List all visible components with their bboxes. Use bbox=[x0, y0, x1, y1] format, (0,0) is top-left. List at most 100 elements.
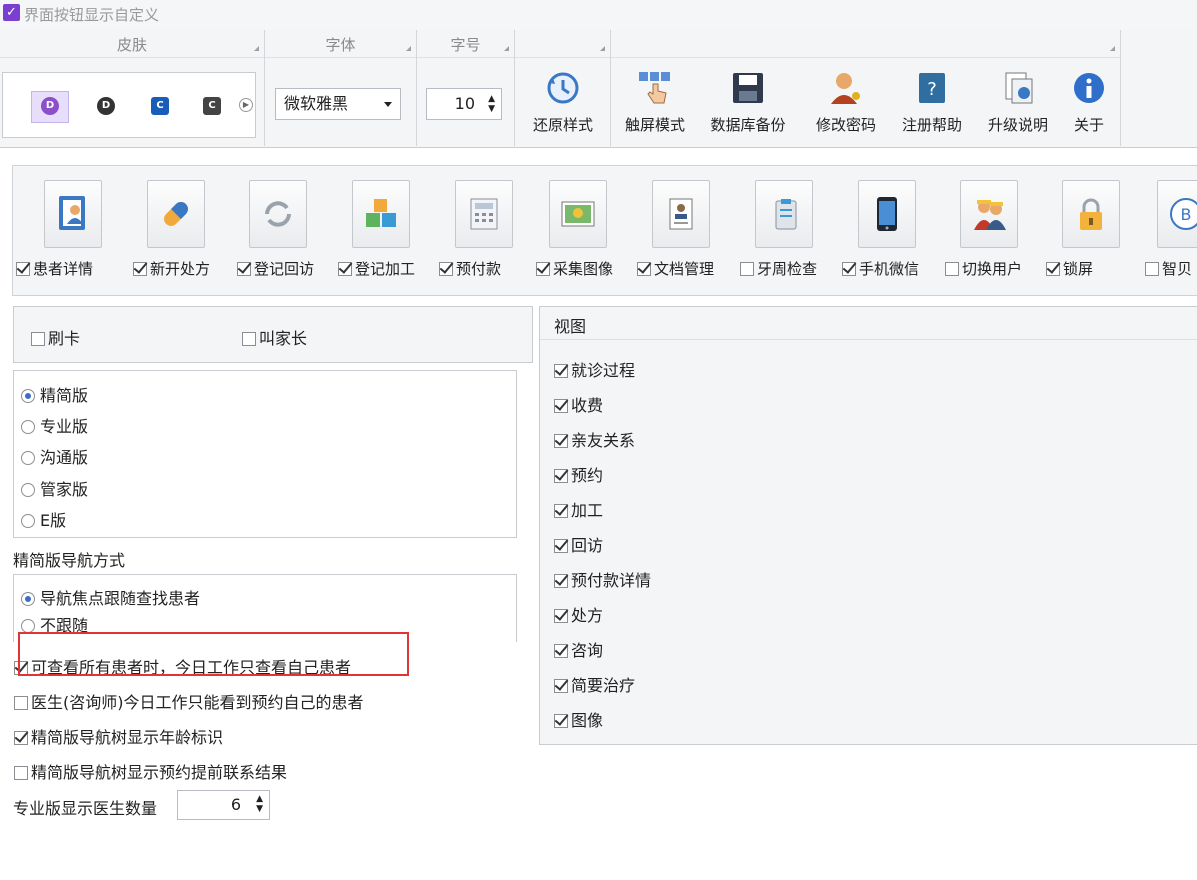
touch-mode-button[interactable]: 触屏模式 bbox=[617, 70, 693, 135]
tools-group-expand-icon[interactable] bbox=[1110, 46, 1115, 51]
patient-detail-icon[interactable] bbox=[44, 180, 102, 248]
restore-group-expand-icon[interactable] bbox=[600, 46, 605, 51]
users-icon[interactable] bbox=[960, 180, 1018, 248]
toolbar-check-lock[interactable]: 锁屏 bbox=[1046, 258, 1093, 279]
toolbar-check-prepay[interactable]: 预付款 bbox=[439, 258, 501, 279]
calculator-icon[interactable] bbox=[455, 180, 513, 248]
toolbar-check-zhibei[interactable]: 智贝 bbox=[1145, 258, 1192, 279]
toolbar-check-label: 登记回访 bbox=[254, 260, 315, 278]
view-panel-divider bbox=[540, 339, 1197, 340]
view-item-checkbox[interactable]: 图像 bbox=[554, 707, 603, 731]
toolbar-item-capture-image: 采集图像 bbox=[536, 180, 613, 278]
view-item-checkbox[interactable]: 就诊过程 bbox=[554, 357, 635, 381]
toolbar-item-switch-user: 切换用户 bbox=[945, 180, 1022, 278]
view-item-checkbox[interactable]: 回访 bbox=[554, 532, 603, 556]
checkbox-icon bbox=[842, 262, 856, 276]
phone-icon[interactable] bbox=[858, 180, 916, 248]
about-button[interactable]: 关于 bbox=[1061, 70, 1117, 135]
skin-grey-icon[interactable]: C bbox=[203, 97, 221, 115]
edition-label: 沟通版 bbox=[40, 448, 89, 467]
toolbar-check-new-prescription[interactable]: 新开处方 bbox=[133, 258, 210, 279]
checkbox-icon bbox=[14, 731, 28, 745]
document-icon[interactable] bbox=[652, 180, 710, 248]
clipboard-icon[interactable] bbox=[755, 180, 813, 248]
toolbar-check-periodontal[interactable]: 牙周检查 bbox=[740, 258, 817, 279]
user-key-icon bbox=[828, 70, 864, 106]
edition-radio-lite[interactable]: 精简版 bbox=[21, 382, 88, 406]
misc-options-panel: 刷卡 叫家长 bbox=[13, 306, 533, 363]
toolbar-check-documents[interactable]: 文档管理 bbox=[637, 258, 714, 279]
toolbar-check-processing[interactable]: 登记加工 bbox=[338, 258, 415, 279]
restore-group-header bbox=[515, 32, 610, 58]
spin-arrows-icon[interactable]: ▲ ▼ bbox=[488, 94, 495, 114]
view-item-checkbox[interactable]: 简要治疗 bbox=[554, 672, 635, 696]
font-select-value: 微软雅黑 bbox=[284, 94, 349, 113]
skin-dark-icon[interactable]: D bbox=[97, 97, 115, 115]
view-item-label: 图像 bbox=[571, 711, 604, 730]
toolbar-check-wechat[interactable]: 手机微信 bbox=[842, 258, 919, 279]
toolbar-check-capture-image[interactable]: 采集图像 bbox=[536, 258, 613, 279]
db-backup-button[interactable]: 数据库备份 bbox=[703, 70, 793, 135]
doctor-count-label: 专业版显示医生数量 bbox=[13, 799, 158, 818]
checkbox-icon bbox=[536, 262, 550, 276]
doctor-count-stepper[interactable]: 6 ▲ ▼ bbox=[177, 790, 270, 820]
doctor-appointments-only-checkbox[interactable]: 医生(咨询师)今日工作只能看到预约自己的患者 bbox=[14, 689, 364, 713]
restore-style-button[interactable]: 还原样式 bbox=[525, 70, 601, 135]
checkbox-icon bbox=[237, 262, 251, 276]
toolbar-check-followup[interactable]: 登记回访 bbox=[237, 258, 314, 279]
edition-radio-communicate[interactable]: 沟通版 bbox=[21, 444, 88, 468]
refresh-icon[interactable] bbox=[249, 180, 307, 248]
register-help-button[interactable]: ? 注册帮助 bbox=[893, 70, 971, 135]
swipe-card-checkbox[interactable]: 刷卡 bbox=[31, 325, 80, 349]
change-password-button[interactable]: 修改密码 bbox=[807, 70, 885, 135]
radio-icon bbox=[21, 592, 35, 606]
edition-radio-e[interactable]: E版 bbox=[21, 507, 66, 531]
radio-icon bbox=[21, 420, 35, 434]
view-item-checkbox[interactable]: 亲友关系 bbox=[554, 427, 635, 451]
upgrade-notes-button[interactable]: 升级说明 bbox=[979, 70, 1057, 135]
svg-text:?: ? bbox=[927, 79, 937, 100]
lock-icon[interactable] bbox=[1062, 180, 1120, 248]
view-item-checkbox[interactable]: 处方 bbox=[554, 602, 603, 626]
nav-contact-result-checkbox[interactable]: 精简版导航树显示预约提前联系结果 bbox=[14, 759, 287, 783]
toolbar-check-patient-detail[interactable]: 患者详情 bbox=[16, 258, 93, 279]
skin-purple-icon[interactable]: D bbox=[41, 97, 59, 115]
font-select[interactable]: 微软雅黑 bbox=[275, 88, 401, 120]
toolbar-check-switch-user[interactable]: 切换用户 bbox=[945, 258, 1022, 279]
zhibei-icon[interactable]: B bbox=[1157, 180, 1197, 248]
font-group-expand-icon[interactable] bbox=[406, 46, 411, 51]
view-item-checkbox[interactable]: 预约 bbox=[554, 462, 603, 486]
checkbox-icon bbox=[945, 262, 959, 276]
image-icon[interactable] bbox=[549, 180, 607, 248]
view-item-checkbox[interactable]: 预付款详情 bbox=[554, 567, 651, 591]
toolbar-item-processing: 登记加工 bbox=[338, 180, 415, 278]
restore-icon bbox=[545, 70, 581, 106]
font-size-stepper[interactable]: 10 ▲ ▼ bbox=[426, 88, 502, 120]
doctor-appointments-only-label: 医生(咨询师)今日工作只能看到预约自己的患者 bbox=[31, 693, 364, 712]
view-panel-title: 视图 bbox=[554, 317, 587, 336]
edition-radio-group: 精简版 专业版 沟通版 管家版 E版 bbox=[13, 370, 517, 538]
edition-radio-steward[interactable]: 管家版 bbox=[21, 476, 88, 500]
call-parent-checkbox[interactable]: 叫家长 bbox=[242, 325, 307, 349]
nav-age-badge-checkbox[interactable]: 精简版导航树显示年龄标识 bbox=[14, 724, 223, 748]
view-item-checkbox[interactable]: 加工 bbox=[554, 497, 603, 521]
tools-group: 触屏模式 数据库备份 修改密码 ? 注册帮助 升级说明 关于 bbox=[611, 30, 1121, 146]
size-group-expand-icon[interactable] bbox=[504, 46, 509, 51]
view-item-checkbox[interactable]: 咨询 bbox=[554, 637, 603, 661]
capsule-icon[interactable] bbox=[147, 180, 205, 248]
view-item-checkbox[interactable]: 收费 bbox=[554, 392, 603, 416]
boxes-icon[interactable] bbox=[352, 180, 410, 248]
toolbar-item-wechat: 手机微信 bbox=[842, 180, 919, 278]
skin-next-icon[interactable]: ▶ bbox=[239, 98, 253, 112]
skin-blue-icon[interactable]: C bbox=[151, 97, 169, 115]
view-item-label: 回访 bbox=[571, 536, 604, 555]
upgrade-notes-label: 升级说明 bbox=[987, 116, 1048, 134]
skin-group-expand-icon[interactable] bbox=[254, 46, 259, 51]
edition-radio-pro[interactable]: 专业版 bbox=[21, 413, 88, 437]
toolbar-item-lock: 锁屏 bbox=[1046, 180, 1120, 278]
edition-label: 精简版 bbox=[40, 386, 89, 405]
nav-radio-follow[interactable]: 导航焦点跟随查找患者 bbox=[21, 585, 200, 609]
spin-arrows-icon[interactable]: ▲ ▼ bbox=[256, 794, 263, 814]
toolbar-item-zhibei: B 智贝 bbox=[1145, 180, 1197, 278]
checkbox-icon bbox=[14, 696, 28, 710]
